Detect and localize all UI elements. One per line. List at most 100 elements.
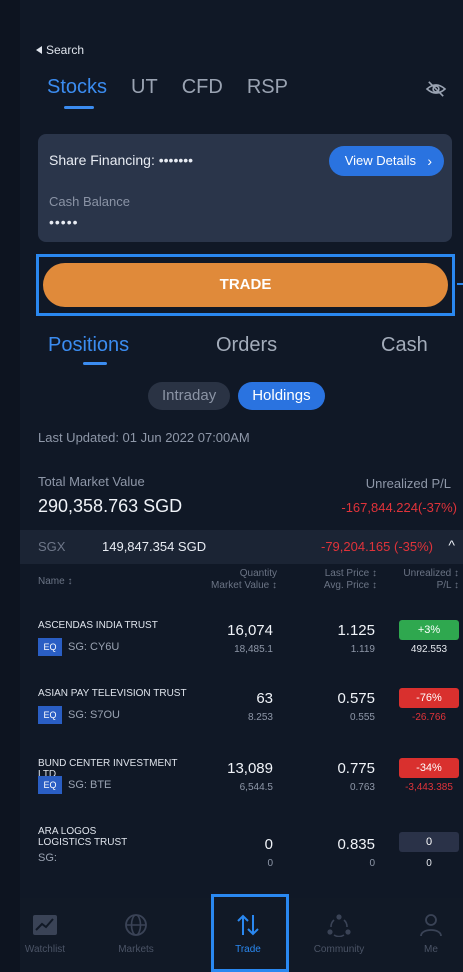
position-row[interactable]: ASCENDAS INDIA TRUST EQ SG: CY6U 16,074 … (20, 620, 463, 690)
exchange-pl: -79,204.165 (-35%) (320, 539, 433, 554)
exchange-group-header[interactable]: SGX 149,847.354 SGD -79,204.165 (-35%) ^ (20, 530, 463, 564)
header-avg-price-label: Avg. Price ↕ (323, 580, 377, 591)
position-code: SG: CY6U (68, 641, 120, 653)
total-market-value: 290,358.763 SGD (38, 496, 183, 516)
nav-label: Markets (118, 944, 154, 955)
position-quantity: 0 (264, 836, 273, 853)
position-unrealized: -26.766 (412, 712, 446, 723)
share-financing: Share Financing: ••••••• (49, 152, 193, 168)
nav-label: Community (313, 944, 365, 955)
header-unrealized-label: Unrealized ↕ (403, 568, 459, 579)
pl-percent-badge: -76% (399, 688, 459, 708)
filter-holdings[interactable]: Holdings (238, 382, 325, 410)
account-card: Share Financing: ••••••• View Details › … (38, 134, 452, 242)
header-last-price-label: Last Price ↕ (324, 568, 377, 579)
share-financing-value: ••••••• (158, 152, 194, 168)
asset-tabs: Stocks UT CFD RSP (47, 76, 288, 109)
position-unrealized: 0 (426, 858, 432, 869)
header-unrealized[interactable]: Unrealized ↕ P/L ↕ (403, 568, 459, 592)
position-tag: EQ SG: S7OU (38, 706, 120, 724)
position-row[interactable]: BUND CENTER INVESTMENT LTD EQ SG: BTE 13… (20, 758, 463, 828)
position-market-value: 8.253 (247, 712, 273, 723)
pl-percent-badge: -34% (399, 758, 459, 778)
position-row[interactable]: ASIAN PAY TELEVISION TRUST EQ SG: S7OU 6… (20, 688, 463, 758)
tab-rsp[interactable]: RSP (247, 76, 288, 99)
pl-percent-badge: 0 (399, 832, 459, 852)
position-quantity: 63 (256, 690, 273, 707)
back-label: Search (46, 43, 85, 57)
position-last-price: 1.125 (337, 622, 375, 639)
chevron-up-icon[interactable]: ^ (448, 537, 455, 553)
holding-filter: Intraday Holdings (148, 382, 325, 410)
share-financing-label: Share Financing: (49, 152, 155, 168)
nav-label: Watchlist (24, 944, 66, 955)
header-quantity[interactable]: Quantity Market Value ↕ (211, 568, 277, 592)
header-quantity-label: Quantity (239, 568, 277, 579)
cash-balance-value: ••••• (49, 214, 79, 230)
view-details-label: View Details (344, 153, 416, 168)
trade-nav-highlight (211, 894, 289, 972)
exchange-name: SGX (38, 539, 66, 554)
back-to-search[interactable]: Search (36, 43, 84, 57)
type-badge: EQ (38, 776, 62, 794)
position-unrealized: -3,443.385 (405, 782, 453, 793)
position-tag: SG: (38, 852, 57, 864)
position-quantity: 16,074 (227, 622, 273, 639)
header-market-value-label: Market Value ↕ (211, 580, 277, 591)
position-name: ASCENDAS INDIA TRUST (38, 620, 158, 631)
nav-community[interactable]: Community (299, 912, 379, 955)
filter-intraday[interactable]: Intraday (148, 382, 231, 410)
trade-button-highlight: TRADE (36, 254, 455, 316)
trade-button[interactable]: TRADE (43, 263, 448, 307)
active-tab-indicator (83, 362, 107, 365)
position-market-value: 6,544.5 (239, 782, 273, 793)
pl-percent-badge: +3% (399, 620, 459, 640)
globe-icon (96, 912, 176, 938)
nav-label: Me (424, 944, 438, 955)
position-code: SG: BTE (68, 779, 112, 791)
unrealized-pl-value: -167,844.224(-37%) (341, 500, 457, 515)
position-unrealized: 492.553 (410, 644, 448, 655)
position-last-price: 0.575 (337, 690, 375, 707)
chevron-right-icon: › (427, 153, 432, 169)
position-last-price: 0.835 (337, 836, 375, 853)
tab-cash[interactable]: Cash (381, 334, 428, 357)
hide-balance-icon[interactable] (425, 80, 447, 98)
position-market-value: 18,485.1 (234, 644, 273, 655)
nav-markets[interactable]: Markets (96, 912, 176, 955)
position-code: SG: (38, 852, 57, 864)
last-updated: Last Updated: 01 Jun 2022 07:00AM (38, 430, 250, 445)
community-icon (299, 912, 379, 938)
position-market-value: 0 (267, 858, 273, 869)
position-tag: EQ SG: BTE (38, 776, 111, 794)
highlight-pointer (457, 283, 463, 285)
tab-stocks[interactable]: Stocks (47, 76, 107, 109)
person-icon (391, 912, 463, 938)
type-badge: EQ (38, 638, 62, 656)
position-row[interactable]: ARA LOGOS LOGISTICS TRUST SG: 0 0 0.835 … (20, 826, 463, 896)
nav-watchlist[interactable]: Watchlist (5, 912, 85, 955)
back-arrow-icon (36, 46, 42, 54)
app-screen: Search Stocks UT CFD RSP Share Financing… (20, 0, 463, 972)
header-name[interactable]: Name ↕ (38, 576, 72, 588)
position-quantity: 13,089 (227, 760, 273, 777)
position-avg-price: 0.555 (349, 712, 375, 723)
type-badge: EQ (38, 706, 62, 724)
position-name: ASIAN PAY TELEVISION TRUST (38, 688, 187, 699)
tab-cfd[interactable]: CFD (182, 76, 223, 99)
position-avg-price: 0 (369, 858, 375, 869)
chart-icon (5, 912, 85, 938)
header-price[interactable]: Last Price ↕ Avg. Price ↕ (324, 568, 377, 592)
tab-orders[interactable]: Orders (216, 334, 277, 357)
position-avg-price: 0.763 (349, 782, 375, 793)
view-details-button[interactable]: View Details › (328, 146, 444, 176)
exchange-amount: 149,847.354 SGD (102, 539, 207, 554)
unrealized-pl-label: Unrealized P/L (365, 476, 451, 491)
nav-me[interactable]: Me (391, 912, 463, 955)
cash-balance-label: Cash Balance (49, 194, 130, 209)
position-code: SG: S7OU (68, 709, 120, 721)
tab-positions[interactable]: Positions (48, 334, 129, 357)
position-last-price: 0.775 (337, 760, 375, 777)
tab-ut[interactable]: UT (131, 76, 158, 99)
header-pl-label: P/L ↕ (436, 580, 459, 591)
